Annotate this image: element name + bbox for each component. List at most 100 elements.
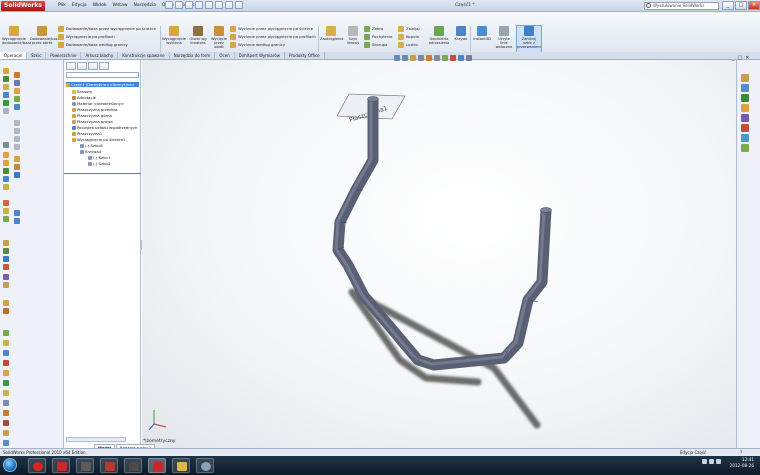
shaded-icon[interactable]: [3, 240, 9, 246]
new-document-icon[interactable]: [165, 1, 173, 9]
appearances-scenes-icon[interactable]: [741, 124, 749, 132]
search-results-icon[interactable]: [741, 104, 749, 112]
arc-icon[interactable]: [3, 92, 9, 98]
offset-icon[interactable]: [14, 88, 20, 94]
apply-scene-icon[interactable]: [458, 55, 464, 61]
zoom-fit-icon[interactable]: [3, 200, 9, 206]
revolve-boss-button[interactable]: Dodawanie/baza przez obrót: [30, 26, 60, 45]
tab-narzedzia-do-form[interactable]: Narzędzia do form: [170, 52, 216, 59]
open-folder-icon[interactable]: [175, 1, 183, 9]
start-button[interactable]: [3, 458, 17, 472]
taskbar-app-5[interactable]: [124, 458, 142, 473]
normal-to-icon[interactable]: [3, 184, 9, 190]
menu-item-widok[interactable]: Widok: [93, 2, 107, 10]
check-icon[interactable]: [3, 340, 9, 346]
measure-icon[interactable]: [3, 300, 9, 306]
tree-item-material[interactable]: Materiał <nieokreślony>: [72, 101, 124, 106]
minimize-button[interactable]: _: [722, 1, 734, 10]
options-gear-icon[interactable]: [3, 440, 9, 446]
tolerance-icon[interactable]: [3, 360, 9, 366]
maximize-button[interactable]: □: [735, 1, 747, 10]
appearance-manager-tab[interactable]: [99, 62, 109, 70]
library-icon[interactable]: [3, 370, 9, 376]
tree-item-sensory[interactable]: Sensory: [72, 89, 92, 94]
pan-icon[interactable]: [3, 216, 9, 222]
simulation-icon[interactable]: [3, 390, 9, 396]
zoom-to-area-icon[interactable]: [402, 55, 408, 61]
configuration-manager-tab[interactable]: [88, 62, 98, 70]
mirror-button[interactable]: Lustro: [398, 41, 418, 49]
network-icon[interactable]: [702, 459, 707, 464]
section-view-icon[interactable]: [14, 218, 20, 224]
menu-item-narzedzia[interactable]: Narzędzia: [134, 2, 156, 10]
previous-view-icon[interactable]: [410, 55, 416, 61]
hidden-lines-removed-icon[interactable]: [3, 256, 9, 262]
zoom-to-fit-icon[interactable]: [394, 55, 400, 61]
options-icon[interactable]: [235, 1, 243, 9]
tab-konstrukcje-spawane[interactable]: Konstrukcje spawane: [118, 52, 170, 59]
relation-icon[interactable]: [14, 80, 20, 86]
file-explorer-icon[interactable]: [741, 94, 749, 102]
coordinate-system-icon[interactable]: [14, 172, 20, 178]
macro-icon[interactable]: [3, 350, 9, 356]
instant3d-button[interactable]: Instant3D: [472, 26, 492, 41]
hidden-lines-visible-button[interactable]: Ukryte linie widoczne: [494, 26, 514, 49]
tree-item-right-plane[interactable]: Płaszczyzna prawa: [72, 119, 113, 124]
select-arrow-icon[interactable]: [215, 1, 223, 9]
flag-icon[interactable]: [716, 459, 721, 464]
rib-button[interactable]: Żebro: [364, 25, 383, 33]
equations-icon[interactable]: [3, 330, 9, 336]
photoview-icon[interactable]: [3, 400, 9, 406]
wrap-button[interactable]: Zawijaj: [398, 25, 420, 33]
top-view-icon[interactable]: [3, 160, 9, 166]
design-library-icon[interactable]: [741, 84, 749, 92]
dome-button[interactable]: Kopuła: [398, 33, 419, 41]
tab-powierzchnie[interactable]: Powierzchnie: [46, 52, 82, 59]
fillet-sketch-icon[interactable]: [14, 128, 20, 134]
tab-arkusz-blachy[interactable]: Arkusz blachy: [81, 52, 119, 59]
sweep-cut-button[interactable]: Wycięcie przez wyciągnięcie po ścieżce: [230, 25, 313, 33]
hide-show-icon[interactable]: [442, 55, 448, 61]
swept-tube[interactable]: [332, 96, 552, 371]
solidworks-logo[interactable]: SolidWorks: [1, 1, 45, 11]
spline-icon[interactable]: [3, 100, 9, 106]
design-checker-icon[interactable]: [3, 410, 9, 416]
undo-icon[interactable]: [205, 1, 213, 9]
view-settings-icon[interactable]: [466, 55, 472, 61]
toolbox-icon[interactable]: [3, 380, 9, 386]
chamfer-icon[interactable]: [14, 120, 20, 126]
taskbar-app-4[interactable]: [100, 458, 118, 473]
custom-properties-icon[interactable]: [741, 134, 749, 142]
circle-icon[interactable]: [3, 84, 9, 90]
tree-item-adnotacje[interactable]: Adnotacje: [72, 95, 96, 100]
mirror-entity-icon[interactable]: [14, 96, 20, 102]
menu-item-plik[interactable]: Plik: [58, 2, 66, 10]
tab-produkty-office[interactable]: Produkty Office: [285, 52, 325, 59]
taskbar-app-8[interactable]: [196, 458, 214, 473]
taskbar-solidworks-2[interactable]: [148, 458, 166, 473]
revolve-cut-button[interactable]: Wycięcie przez obrót: [209, 26, 229, 49]
linear-pattern-button[interactable]: Szyk liniowy: [344, 26, 362, 45]
print-icon[interactable]: [195, 1, 203, 9]
doc-minimize-button[interactable]: _: [732, 55, 735, 61]
rectangle-icon[interactable]: [3, 76, 9, 82]
tab-operacje[interactable]: Operacje: [0, 52, 28, 59]
sweep-boss-button[interactable]: Dodawanie/baza przez wyciągnięcie po ści…: [58, 25, 156, 33]
property-manager-tab[interactable]: [77, 62, 87, 70]
view-palette-icon[interactable]: [741, 114, 749, 122]
graphics-viewport[interactable]: Płaszczyzna1 *Izometryczny: [142, 60, 736, 448]
forum-icon[interactable]: [741, 144, 749, 152]
plane-icon[interactable]: [14, 156, 20, 162]
boundary-boss-button[interactable]: Dodawanie/baza według granicy: [58, 41, 128, 49]
axis-icon[interactable]: [14, 164, 20, 170]
wireframe-icon[interactable]: [3, 248, 9, 254]
tab-ocen[interactable]: Oceń: [215, 52, 235, 59]
extrude-cut-button[interactable]: Wyciągnięcie wycięcia: [162, 26, 186, 45]
motion-icon[interactable]: [3, 430, 9, 436]
taskbar-app-3[interactable]: [76, 458, 94, 473]
right-view-icon[interactable]: [3, 168, 9, 174]
resources-icon[interactable]: [741, 74, 749, 82]
rebuild-icon[interactable]: [225, 1, 233, 9]
trim-icon[interactable]: [3, 108, 9, 114]
loft-cut-button[interactable]: Wycięcie przez wyciągnięcie po profilach: [230, 33, 316, 41]
